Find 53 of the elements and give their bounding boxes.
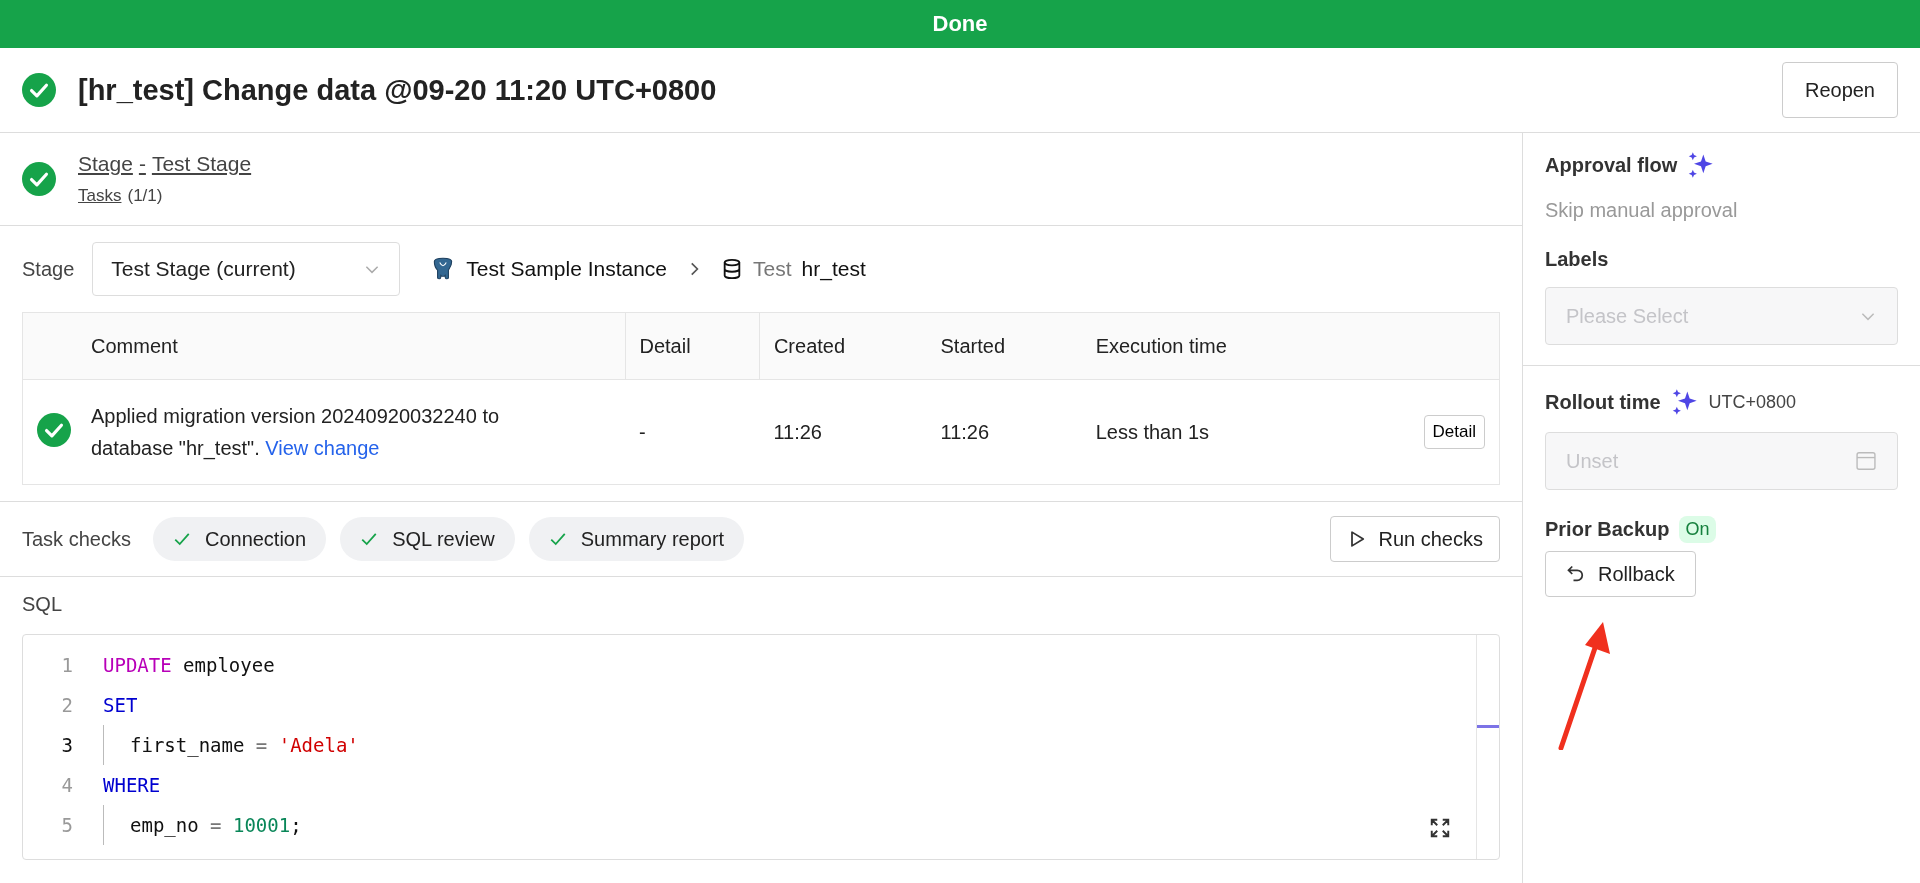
tasks-link[interactable]: Tasks (78, 186, 122, 206)
status-badge: On (1679, 516, 1716, 543)
database-name: hr_test (801, 257, 866, 281)
stage-name-link[interactable]: Test Stage (151, 152, 252, 176)
line-number: 1 (60, 654, 74, 676)
table-cell: - (639, 420, 646, 443)
check-chip[interactable]: Connection (152, 517, 327, 561)
approval-flow-value: Skip manual approval (1545, 199, 1739, 222)
issue-title: [hr_test] Change data @09-20 11:20 UTC+0800 (78, 73, 718, 107)
table-cell: Less than 1s (1095, 420, 1210, 443)
view-change-link[interactable]: View change (265, 437, 380, 459)
check-chip[interactable]: Summary report (528, 517, 745, 561)
stage-label: Stage (22, 257, 75, 281)
code-line: first_name = 'Adela' (130, 734, 359, 756)
table-cell: 11:26 (773, 420, 822, 443)
comment-text: Applied migration version 20240920032240 to database "hr_test". View change (91, 404, 501, 462)
check-chip[interactable]: SQL review (340, 517, 515, 561)
column-header: Created (773, 334, 846, 357)
status-banner: Done (0, 0, 1920, 48)
reopen-button[interactable]: Reopen (1781, 62, 1898, 118)
expand-icon[interactable] (1429, 817, 1451, 839)
rollout-time-label: Rollout time (1545, 390, 1661, 414)
line-number: 4 (60, 774, 74, 796)
environment-name: Test (753, 257, 792, 281)
code-line: WHERE (103, 774, 161, 796)
approval-flow-label: Approval flow (1545, 153, 1678, 177)
instance-name: Test Sample Instance (466, 257, 668, 281)
sql-label: SQL (22, 593, 64, 616)
task-checks-label: Task checks (22, 527, 131, 551)
column-header: Detail (639, 334, 691, 357)
rollback-button[interactable]: Rollback (1545, 551, 1696, 597)
column-header: Started (940, 334, 1005, 357)
separator-text: - (138, 152, 146, 176)
timezone-text: UTC+0800 (1708, 391, 1797, 413)
line-number: 2 (60, 694, 74, 716)
tasks-count: (1/1) (127, 186, 163, 206)
run-checks-button[interactable]: Run checks (1329, 516, 1500, 562)
column-header: Execution time (1095, 334, 1227, 357)
column-header: Comment (91, 334, 178, 357)
undo-icon (1566, 564, 1586, 584)
calendar-icon (1855, 450, 1877, 472)
stage-select[interactable]: Test Stage (current) (92, 242, 401, 296)
stage-link[interactable]: Stage (78, 152, 133, 176)
code-line: emp_no = 10001; (130, 814, 302, 836)
labels-label: Labels (1545, 248, 1610, 271)
line-number: 5 (60, 814, 74, 836)
prior-backup-label: Prior Backup (1545, 518, 1670, 541)
sparkle-icon (1670, 388, 1699, 416)
detail-button[interactable]: Detail (1423, 415, 1485, 449)
line-number: 3 (60, 734, 74, 756)
code-line: UPDATE employee (103, 654, 275, 676)
table-cell: 11:26 (940, 420, 990, 443)
code-line: SET (103, 694, 138, 716)
